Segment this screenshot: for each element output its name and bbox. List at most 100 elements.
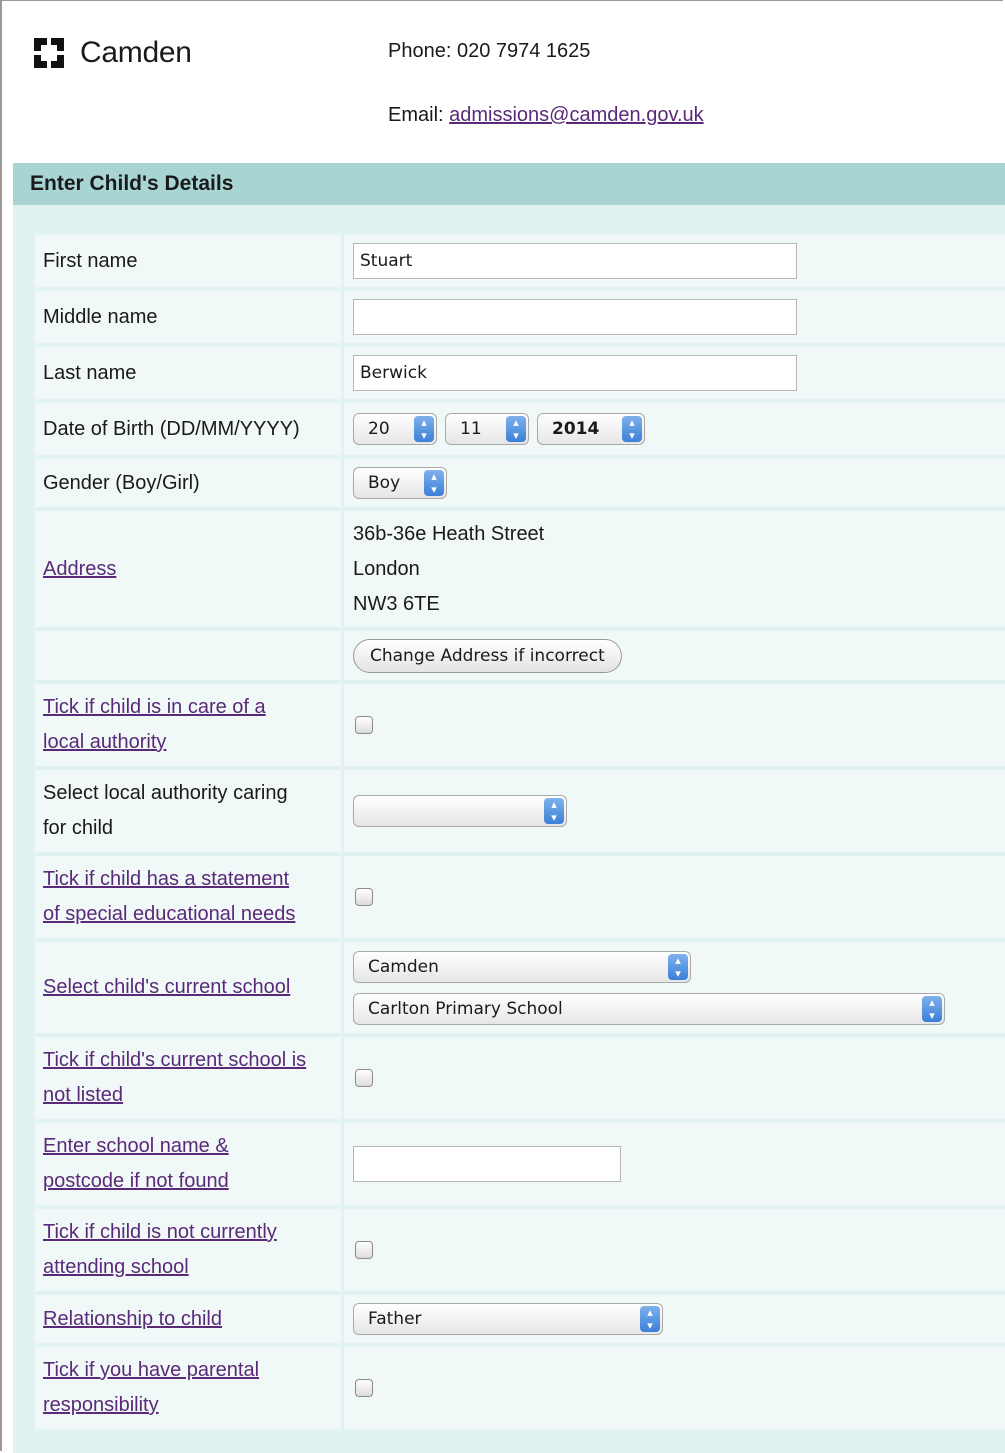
chevron-up-down-icon: ▴ ▾ xyxy=(424,470,444,496)
row-last-name: Last name Berwick xyxy=(35,347,1005,399)
school-not-listed-link[interactable]: Tick if child's current school is not li… xyxy=(43,1043,306,1113)
not-attending-label-line2: attending school xyxy=(43,1256,189,1278)
school-name-value: Carlton Primary School xyxy=(368,998,563,1019)
middle-name-cell xyxy=(344,291,1005,343)
change-address-cell: Change Address if incorrect xyxy=(344,631,1005,680)
relationship-value: Father xyxy=(368,1309,422,1329)
last-name-cell: Berwick xyxy=(344,347,1005,399)
school-not-listed-label-line2: not listed xyxy=(43,1084,124,1106)
first-name-label: First name xyxy=(35,235,341,287)
dob-cell: 20 ▴ ▾ 11 ▴ ▾ 2014 ▴ ▾ xyxy=(344,403,1005,455)
not-attending-label-line1: Tick if child is not currently xyxy=(43,1221,277,1243)
change-address-spacer xyxy=(35,631,341,680)
local-authority-cell: ▴ ▾ xyxy=(344,770,1005,852)
email-info: Email: admissions@camden.gov.uk xyxy=(388,104,704,127)
school-name-select[interactable]: Carlton Primary School ▴ ▾ xyxy=(353,992,945,1025)
phone-label: Phone: xyxy=(388,40,452,62)
middle-name-input[interactable] xyxy=(353,299,797,335)
middle-name-label: Middle name xyxy=(35,291,341,343)
dob-day-select[interactable]: 20 ▴ ▾ xyxy=(353,413,437,445)
phone-number: 020 7974 1625 xyxy=(456,40,591,62)
parental-responsibility-link[interactable]: Tick if you have parental responsibility xyxy=(43,1353,259,1423)
last-name-input[interactable]: Berwick xyxy=(353,355,797,391)
dob-day-value: 20 xyxy=(368,419,390,439)
sen-checkbox[interactable] xyxy=(355,888,373,906)
local-authority-label-line1: Select local authority caring xyxy=(43,782,288,804)
not-attending-checkbox[interactable] xyxy=(355,1241,373,1259)
local-authority-select[interactable]: ▴ ▾ xyxy=(353,795,567,827)
school-not-listed-cell xyxy=(344,1037,1005,1119)
in-care-link[interactable]: Tick if child is in care of a local auth… xyxy=(43,690,266,760)
camden-logo: Camden xyxy=(30,33,192,73)
relationship-select[interactable]: Father ▴ ▾ xyxy=(353,1303,663,1335)
dob-year-value: 2014 xyxy=(552,419,600,439)
row-address: Address 36b-36e Heath Street London NW3 … xyxy=(35,511,1005,627)
sen-link[interactable]: Tick if child has a statement of special… xyxy=(43,862,295,932)
phone-info: Phone: 020 7974 1625 xyxy=(388,40,590,63)
school-name-entry-input[interactable] xyxy=(353,1146,621,1182)
school-name-entry-label-line2: postcode if not found xyxy=(43,1170,229,1192)
camden-logo-icon xyxy=(34,38,64,68)
school-name-entry-link[interactable]: Enter school name & postcode if not foun… xyxy=(43,1129,229,1199)
email-label: Email: xyxy=(388,104,444,126)
address-line-3: NW3 6TE xyxy=(353,592,440,615)
dob-label: Date of Birth (DD/MM/YYYY) xyxy=(35,403,341,455)
row-school-name-entry: Enter school name & postcode if not foun… xyxy=(35,1123,1005,1205)
chevron-up-down-icon: ▴ ▾ xyxy=(640,1306,660,1332)
chevron-up-down-icon: ▴ ▾ xyxy=(622,416,642,442)
in-care-checkbox[interactable] xyxy=(355,716,373,734)
chevron-up-down-icon: ▴ ▾ xyxy=(544,798,564,824)
dob-month-select[interactable]: 11 ▴ ▾ xyxy=(445,413,529,445)
first-name-cell: Stuart xyxy=(344,235,1005,287)
in-care-label-line1: Tick if child is in care of a xyxy=(43,696,266,718)
address-label-cell: Address xyxy=(35,511,341,627)
in-care-label-cell: Tick if child is in care of a local auth… xyxy=(35,684,341,766)
school-not-listed-label-cell: Tick if child's current school is not li… xyxy=(35,1037,341,1119)
school-not-listed-checkbox[interactable] xyxy=(355,1069,373,1087)
row-first-name: First name Stuart xyxy=(35,235,1005,287)
school-borough-select[interactable]: Camden ▴ ▾ xyxy=(353,950,691,983)
gender-select[interactable]: Boy ▴ ▾ xyxy=(353,467,447,499)
school-borough-value: Camden xyxy=(368,956,439,977)
dob-year-select[interactable]: 2014 ▴ ▾ xyxy=(537,413,645,445)
gender-value: Boy xyxy=(368,473,401,493)
in-care-cell xyxy=(344,684,1005,766)
chevron-up-down-icon: ▴ ▾ xyxy=(506,416,526,442)
current-school-link[interactable]: Select child's current school xyxy=(43,970,290,1005)
row-relationship: Relationship to child Father ▴ ▾ xyxy=(35,1295,1005,1343)
first-name-input[interactable]: Stuart xyxy=(353,243,797,279)
gender-label: Gender (Boy/Girl) xyxy=(35,459,341,507)
email-link[interactable]: admissions@camden.gov.uk xyxy=(449,104,704,126)
parental-responsibility-label-line1: Tick if you have parental xyxy=(43,1359,260,1381)
row-in-care: Tick if child is in care of a local auth… xyxy=(35,684,1005,766)
row-current-school: Select child's current school Camden ▴ ▾ … xyxy=(35,942,1005,1033)
school-not-listed-label-line1: Tick if child's current school is xyxy=(43,1049,307,1071)
not-attending-link[interactable]: Tick if child is not currently attending… xyxy=(43,1215,277,1285)
child-details-form: First name Stuart Middle name Last name … xyxy=(35,235,1005,1433)
dob-month-value: 11 xyxy=(460,419,482,439)
local-authority-label-cell: Select local authority caring for child xyxy=(35,770,341,852)
section-title: Enter Child's Details xyxy=(13,163,1005,205)
row-school-not-listed: Tick if child's current school is not li… xyxy=(35,1037,1005,1119)
not-attending-label-cell: Tick if child is not currently attending… xyxy=(35,1209,341,1291)
row-middle-name: Middle name xyxy=(35,291,1005,343)
relationship-link[interactable]: Relationship to child xyxy=(43,1302,222,1337)
school-name-entry-label-cell: Enter school name & postcode if not foun… xyxy=(35,1123,341,1205)
current-school-cell: Camden ▴ ▾ Carlton Primary School ▴ ▾ xyxy=(344,942,1005,1033)
parental-responsibility-checkbox[interactable] xyxy=(355,1379,373,1397)
row-sen: Tick if child has a statement of special… xyxy=(35,856,1005,938)
school-name-entry-cell xyxy=(344,1123,1005,1205)
row-parental-responsibility: Tick if you have parental responsibility xyxy=(35,1347,1005,1429)
row-gender: Gender (Boy/Girl) Boy ▴ ▾ xyxy=(35,459,1005,507)
school-name-entry-label-line1: Enter school name & xyxy=(43,1135,229,1157)
address-link[interactable]: Address xyxy=(43,552,116,587)
address-line-2: London xyxy=(353,557,420,580)
row-change-address: Change Address if incorrect xyxy=(35,631,1005,680)
logo-text: Camden xyxy=(80,36,192,69)
sen-label-line1: Tick if child has a statement xyxy=(43,868,290,890)
sen-cell xyxy=(344,856,1005,938)
row-local-authority: Select local authority caring for child … xyxy=(35,770,1005,852)
change-address-button[interactable]: Change Address if incorrect xyxy=(353,638,622,673)
parental-responsibility-cell xyxy=(344,1347,1005,1429)
relationship-cell: Father ▴ ▾ xyxy=(344,1295,1005,1343)
